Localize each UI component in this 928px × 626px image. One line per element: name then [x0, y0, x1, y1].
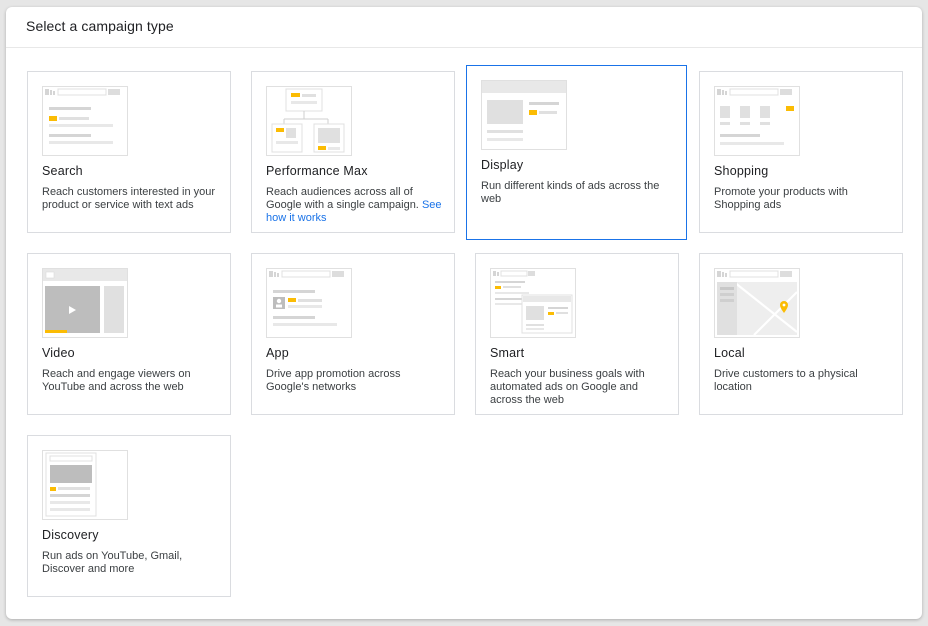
campaign-card-discovery[interactable]: Discovery Run ads on YouTube, Gmail, Dis…: [27, 435, 231, 597]
campaign-card-local[interactable]: Local Drive customers to a physical loca…: [699, 253, 903, 415]
campaign-card-title: Discovery: [42, 528, 99, 542]
campaign-card-description: Reach audiences across all of Google wit…: [266, 186, 446, 225]
app-illustration-icon: [266, 268, 352, 338]
campaign-card-smart[interactable]: Smart Reach your business goals with aut…: [475, 253, 679, 415]
discovery-illustration-icon: [42, 450, 128, 520]
campaign-card-description: Promote your products with Shopping ads: [714, 186, 848, 211]
shopping-illustration-icon: [714, 86, 800, 156]
campaign-card-search[interactable]: Search Reach customers interested in you…: [27, 71, 231, 233]
smart-illustration-icon: [490, 268, 576, 338]
campaign-card-title: Shopping: [714, 164, 769, 178]
campaign-card-description: Run ads on YouTube, Gmail, Discover and …: [42, 550, 183, 575]
local-illustration-icon: [714, 268, 800, 338]
campaign-card-display[interactable]: Display Run different kinds of ads acros…: [466, 65, 687, 240]
campaign-card-title: Performance Max: [266, 164, 368, 178]
search-illustration-icon: [42, 86, 128, 156]
display-illustration-icon: [481, 80, 567, 150]
campaign-card-title: Smart: [490, 346, 525, 360]
campaign-card-title: Video: [42, 346, 75, 360]
campaign-card-description: Reach your business goals with automated…: [490, 368, 645, 406]
campaign-type-dialog: Select a campaign type Search Reach cust…: [6, 7, 922, 619]
campaign-card-description: Drive app promotion across Google's netw…: [266, 368, 401, 393]
campaign-card-description: Drive customers to a physical location: [714, 368, 858, 393]
dialog-title: Select a campaign type: [26, 18, 174, 34]
campaign-card-video[interactable]: Video Reach and engage viewers on YouTub…: [27, 253, 231, 415]
campaign-card-title: Search: [42, 164, 83, 178]
campaign-card-title: Local: [714, 346, 745, 360]
campaign-card-title: App: [266, 346, 289, 360]
performance-max-illustration-icon: [266, 86, 352, 156]
campaign-card-shopping[interactable]: Shopping Promote your products with Shop…: [699, 71, 903, 233]
campaign-card-description: Reach and engage viewers on YouTube and …: [42, 368, 191, 393]
dialog-header: Select a campaign type: [6, 7, 922, 48]
campaign-card-description-text: Reach audiences across all of Google wit…: [266, 186, 419, 211]
campaign-card-app[interactable]: App Drive app promotion across Google's …: [251, 253, 455, 415]
campaign-card-description: Run different kinds of ads across the we…: [481, 180, 660, 205]
campaign-card-title: Display: [481, 158, 524, 172]
video-illustration-icon: [42, 268, 128, 338]
campaign-card-description: Reach customers interested in your produ…: [42, 186, 216, 211]
campaign-card-performance-max[interactable]: Performance Max Reach audiences across a…: [251, 71, 455, 233]
